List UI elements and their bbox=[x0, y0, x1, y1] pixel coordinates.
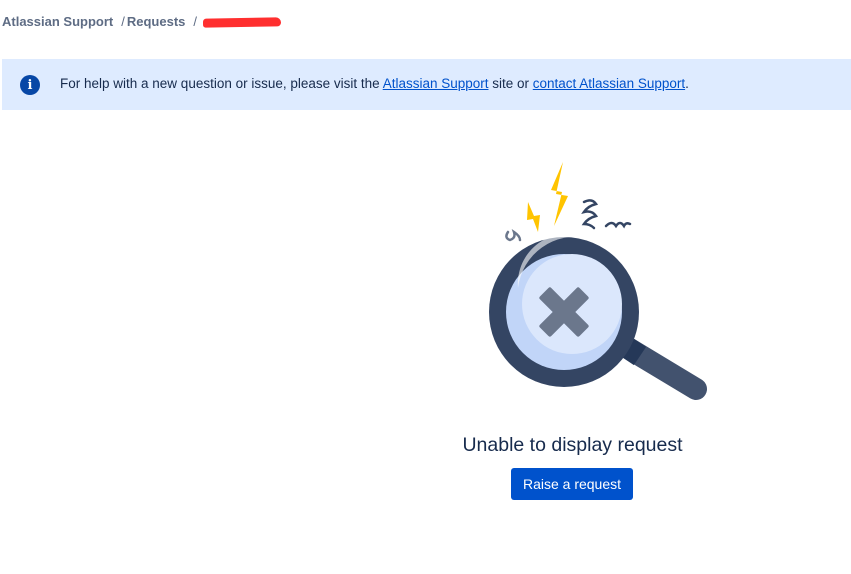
info-message: For help with a new question or issue, p… bbox=[60, 76, 689, 91]
info-text-middle: site or bbox=[488, 76, 533, 91]
redacted-request-key bbox=[202, 17, 282, 28]
info-text-after: . bbox=[685, 76, 689, 91]
squiggle-left-icon bbox=[505, 228, 522, 242]
breadcrumb-requests[interactable]: Requests bbox=[127, 14, 186, 29]
squiggle-right-icon bbox=[604, 221, 632, 229]
contact-atlassian-support-link[interactable]: contact Atlassian Support bbox=[533, 76, 685, 91]
info-banner: i For help with a new question or issue,… bbox=[2, 59, 851, 110]
atlassian-support-link[interactable]: Atlassian Support bbox=[383, 76, 489, 91]
magnifier-x-icon bbox=[489, 162, 707, 400]
page: Atlassian Support / Requests / i For hel… bbox=[0, 0, 851, 574]
empty-state-title: Unable to display request bbox=[462, 434, 683, 456]
breadcrumb-atlassian-support[interactable]: Atlassian Support bbox=[2, 14, 113, 29]
info-icon: i bbox=[20, 75, 40, 95]
info-text-before: For help with a new question or issue, p… bbox=[60, 76, 383, 91]
breadcrumb-separator: / bbox=[121, 14, 125, 29]
lightning-bolt-small-icon bbox=[527, 202, 540, 232]
breadcrumb: Atlassian Support / Requests / bbox=[2, 14, 282, 29]
lightning-bolt-large-icon bbox=[551, 162, 568, 226]
breadcrumb-separator: / bbox=[193, 14, 198, 29]
raise-request-button[interactable]: Raise a request bbox=[511, 468, 633, 500]
squiggle-middle-icon bbox=[581, 199, 599, 230]
